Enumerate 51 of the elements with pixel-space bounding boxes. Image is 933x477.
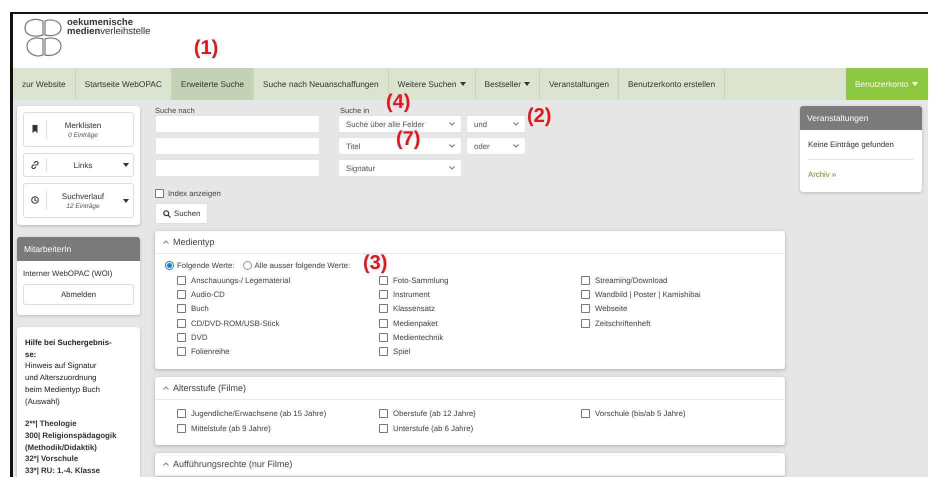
chevron-down-icon: [449, 122, 455, 126]
chevron-down-icon: [513, 122, 519, 126]
sidebar-tool-button[interactable]: Links: [23, 153, 134, 177]
checkbox[interactable]: [581, 276, 590, 285]
checkbox[interactable]: [177, 424, 186, 433]
annotation-label: (2): [527, 105, 552, 128]
clock-icon: [31, 196, 39, 204]
checkbox[interactable]: [379, 318, 388, 328]
checkbox[interactable]: [177, 347, 186, 356]
chevron-down-icon: [513, 144, 519, 148]
logo-text: medienverleihstelle: [67, 27, 150, 36]
search-icon: [163, 210, 171, 218]
nav-link[interactable]: Erweiterte Suche: [172, 68, 254, 100]
checkbox[interactable]: [379, 409, 388, 418]
checkbox[interactable]: [379, 347, 388, 356]
chevron-up-icon: [163, 462, 169, 466]
checkbox[interactable]: [581, 290, 590, 299]
checkbox[interactable]: [177, 409, 186, 418]
search-input-field[interactable]: [155, 137, 320, 155]
radio-button[interactable]: [242, 261, 252, 270]
panel-header: MitarbeiterIn: [17, 237, 140, 261]
checkbox[interactable]: [581, 304, 590, 314]
checkbox[interactable]: [581, 409, 590, 418]
checkbox[interactable]: [155, 189, 164, 198]
checkbox[interactable]: [379, 332, 388, 342]
annotation-label: (1): [194, 37, 218, 60]
checkbox[interactable]: [379, 304, 388, 314]
bookmark-icon: [31, 125, 39, 134]
chevron-down-icon: [449, 144, 455, 148]
checkbox[interactable]: [581, 318, 590, 328]
chevron-up-icon: [163, 240, 169, 244]
checkbox[interactable]: [379, 290, 388, 299]
annotation-label: (3): [363, 252, 388, 275]
checkbox[interactable]: [177, 332, 186, 342]
filter-panel-header[interactable]: Altersstufe (Filme): [155, 376, 785, 400]
checkbox[interactable]: [177, 290, 186, 299]
radio-button[interactable]: [165, 261, 174, 270]
chevron-down-icon: [449, 166, 455, 170]
chevron-up-icon: [163, 386, 169, 390]
link-icon: [31, 161, 39, 169]
checkbox[interactable]: [379, 424, 388, 433]
checkbox[interactable]: [379, 276, 388, 285]
filter-panel-header[interactable]: Aufführungsrechte (nur Filme): [155, 453, 785, 476]
panel-header: Veranstaltungen: [800, 106, 922, 130]
logo-text: oekumenische: [67, 18, 133, 27]
filter-panel-header[interactable]: Medientyp: [155, 231, 785, 254]
search-input-field[interactable]: [155, 159, 320, 177]
checkbox[interactable]: [177, 304, 186, 314]
search-input-field[interactable]: [155, 115, 320, 133]
checkbox[interactable]: [177, 276, 186, 285]
checkbox[interactable]: [177, 318, 186, 328]
